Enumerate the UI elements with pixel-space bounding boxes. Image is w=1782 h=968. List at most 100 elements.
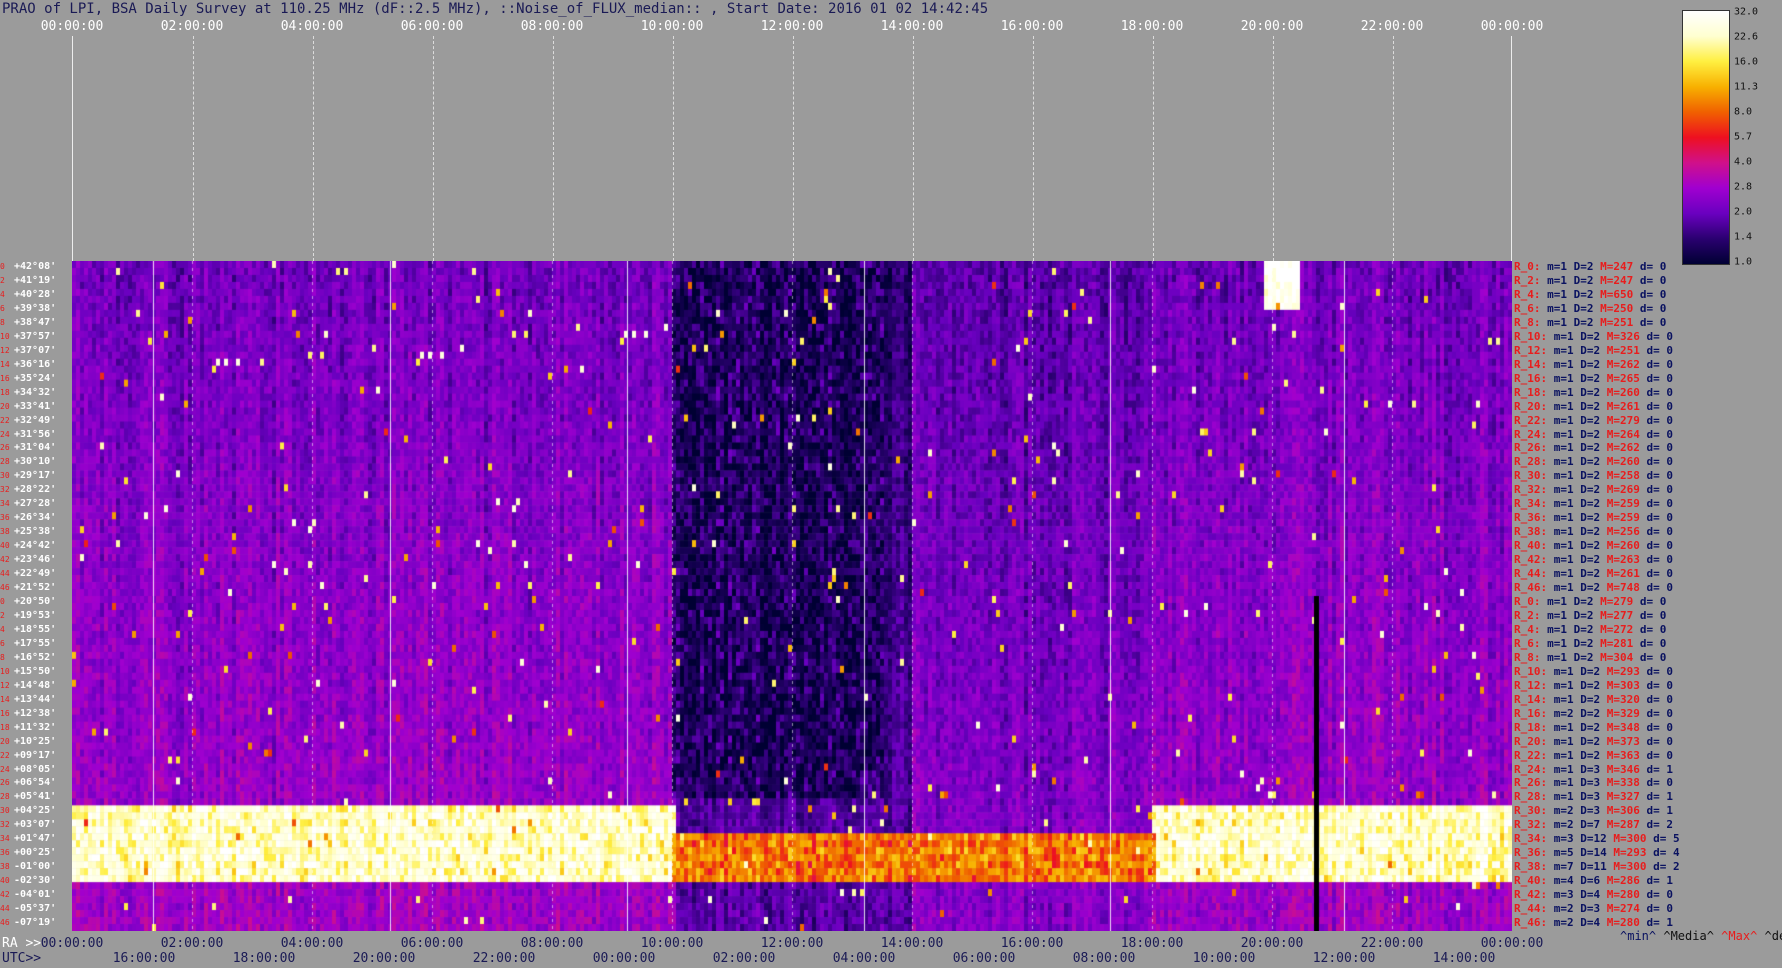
row-median: D=6 [1580,874,1601,888]
row-max: M=327 [1606,790,1640,804]
row-index: 32 [0,820,10,830]
row-max: M=338 [1606,776,1640,790]
row-median: D=2 [1580,748,1601,762]
row-median: D=2 [1573,287,1594,301]
row-max: M=287 [1606,818,1640,832]
declination-value: +40°28' [14,288,57,300]
dec-row-label: 26 +06°54' [0,776,56,790]
row-stat: R_2: m=1 D=2 M=247 d= 0 [1514,274,1666,288]
dec-row-label: 46 +21°52' [0,581,56,595]
row-median: D=2 [1573,301,1594,315]
colorbar-tick-label: 8.0 [1734,106,1753,118]
row-median: D=2 [1580,692,1601,706]
top-axis-tick: 00:00:00 [40,19,104,34]
dec-row-label: 12 +37°07' [0,344,56,358]
row-dev: d= 0 [1646,399,1674,413]
row-median: D=2 [1580,525,1601,539]
top-axis-tick: 08:00:00 [520,19,584,34]
dec-row-label: 22 +32°49' [0,414,56,428]
row-max: M=251 [1606,343,1640,357]
row-min: m=1 [1553,329,1574,343]
declination-value: +11°32' [14,721,57,733]
dec-row-label: 4 +18°55' [0,623,56,637]
row-index: 28 [0,792,10,802]
row-median: D=12 [1580,832,1607,846]
row-id: R_34: [1514,832,1548,846]
declination-value: +05°41' [14,791,57,803]
row-max: M=280 [1606,916,1640,930]
dec-row-label: 6 +17°55' [0,637,56,651]
row-index: 8 [0,652,5,662]
declination-value: +41°19' [14,274,57,286]
declination-value: +17°55' [14,637,57,649]
row-min: m=1 [1553,427,1574,441]
row-min: m=1 [1553,455,1574,469]
ra-axis: RA >> 00:00:00 02:00:00 04:00:00 06:00:00 08… [0,936,1782,952]
row-stat: R_40: m=4 D=6 M=286 d= 1 [1514,874,1673,888]
utc-axis-tick: 10:00:00 [1192,951,1256,966]
dec-row-label: 28 +05°41' [0,790,56,804]
colorbar-tick-label: 11.3 [1734,81,1759,93]
row-id: R_0: [1514,595,1541,608]
row-stat: R_46: m=2 D=4 M=280 d= 1 [1514,916,1673,930]
colorbar-tick-label: 32.0 [1734,6,1759,18]
colorbar-tick-label: 2.0 [1734,206,1753,218]
declination-value: +37°07' [14,344,57,356]
declination-value: +31°04' [14,442,57,454]
row-median: D=2 [1580,553,1601,567]
row-dev: d= 0 [1646,581,1674,595]
row-dev: d= 0 [1646,357,1674,371]
row-id: R_0: [1514,260,1541,273]
legend-median: ^Media^ [1663,929,1714,943]
row-stat: R_34: m=1 D=2 M=259 d= 0 [1514,497,1673,511]
declination-value: +42°08' [14,261,57,272]
row-id: R_4: [1514,622,1541,636]
row-max: M=279 [1600,595,1634,608]
row-dev: d= 0 [1639,650,1667,664]
declination-value: -05°37' [14,903,57,915]
ra-axis-tick: 00:00:00 [40,936,104,951]
declination-value: +32°49' [14,414,57,426]
row-stat: R_10: m=1 D=2 M=326 d= 0 [1514,330,1673,344]
legend-devia: ^devia [1764,929,1782,943]
row-median: D=7 [1580,818,1601,832]
declination-value: +24°42' [14,540,57,552]
row-median: D=2 [1573,595,1594,608]
row-id: R_22: [1514,748,1548,762]
row-id: R_46: [1514,581,1548,595]
declination-value: +01°47' [14,833,57,845]
top-axis-tick: 16:00:00 [1000,19,1064,34]
ra-axis-prefix: RA >> [2,936,42,951]
dec-row-label: 40 -02°30' [0,874,56,888]
row-index: 44 [0,904,10,914]
utc-axis-tick: 16:00:00 [112,951,176,966]
ra-axis-tick: 16:00:00 [1000,936,1064,951]
row-max: M=329 [1606,706,1640,720]
row-id: R_26: [1514,776,1548,790]
dec-row-label: 32 +28°22' [0,483,56,497]
row-max: M=247 [1600,260,1634,273]
declination-value: +33°41' [14,400,57,412]
utc-axis-tick: 18:00:00 [232,951,296,966]
row-dev: d= 1 [1646,762,1674,776]
row-min: m=2 [1553,916,1574,930]
stats-legend: ^min^ ^Media^ ^Max^ ^devia [1620,929,1782,943]
declination-value: +00°25' [14,847,57,859]
row-max: M=261 [1606,567,1640,581]
row-median: D=2 [1573,608,1594,622]
row-min: m=7 [1553,860,1574,874]
row-id: R_44: [1514,567,1548,581]
row-min: m=1 [1547,260,1567,273]
row-dev: d= 0 [1646,553,1674,567]
row-id: R_6: [1514,636,1541,650]
row-min: m=1 [1553,720,1574,734]
row-max: M=262 [1606,441,1640,455]
dec-row-label: 32 +03°07' [0,818,56,832]
row-id: R_20: [1514,399,1548,413]
row-stat: R_8: m=1 D=2 M=304 d= 0 [1514,651,1666,665]
top-axis-tick: 00:00:00 [1480,19,1544,34]
top-axis-tick: 06:00:00 [400,19,464,34]
declination-value: +09°17' [14,749,57,761]
row-min: m=2 [1553,818,1574,832]
row-max: M=247 [1600,273,1634,287]
